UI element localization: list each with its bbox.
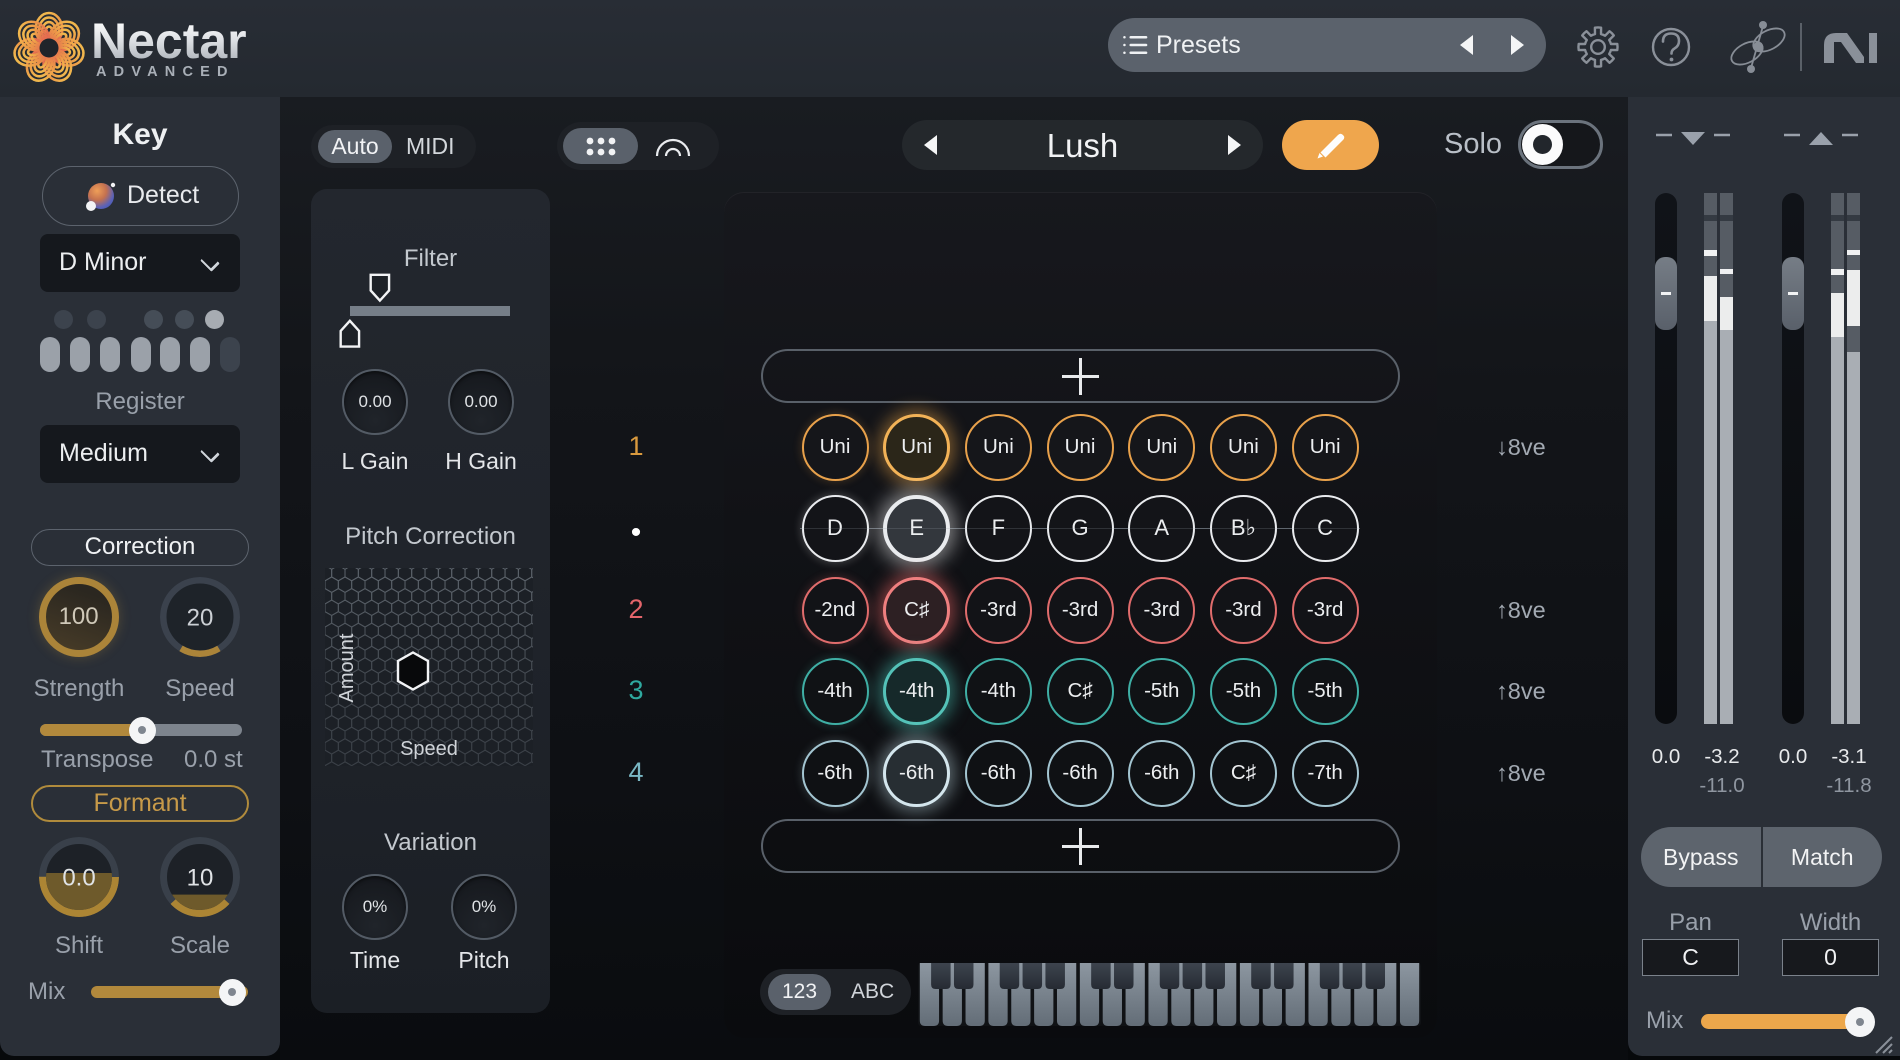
svg-text:10: 10 — [187, 865, 214, 892]
svg-text:20: 20 — [187, 605, 214, 632]
svg-text:0.0: 0.0 — [62, 865, 95, 892]
